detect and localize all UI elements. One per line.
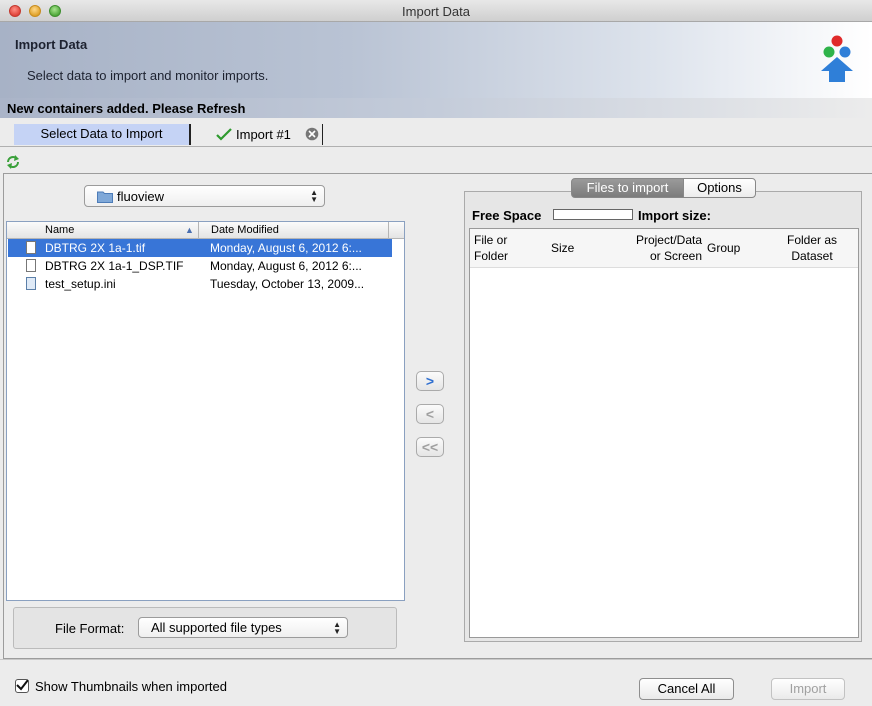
cancel-all-button[interactable]: Cancel All [639,678,734,700]
refresh-notice: New containers added. Please Refresh [0,98,872,118]
header-line: Folder as [786,233,838,247]
checkbox-check-icon [16,679,29,691]
show-thumbnails-checkbox[interactable] [15,679,29,693]
remove-from-queue-button[interactable]: < [416,404,444,424]
remove-all-button[interactable]: << [416,437,444,457]
header-line: Project/Data [635,233,702,247]
tab-select-data-label: Select Data to Import [40,126,163,141]
updown-arrows-icon: ▲ ▼ [310,188,318,204]
checkmark-icon [216,128,232,141]
tab-files-to-import[interactable]: Files to import [571,178,684,198]
add-to-queue-button[interactable]: > [416,371,444,391]
ini-file-icon [26,277,36,290]
file-row[interactable]: DBTRG 2X 1a-1.tif Monday, August 6, 2012… [8,239,392,257]
refresh-icon[interactable] [5,154,21,170]
header-line: Folder [474,249,509,263]
file-date: Monday, August 6, 2012 6:... [210,259,362,273]
arrow-right-icon: > [425,373,435,389]
show-thumbnails-label: Show Thumbnails when imported [35,679,227,694]
file-date: Monday, August 6, 2012 6:... [210,241,362,255]
file-row[interactable]: test_setup.ini Tuesday, October 13, 2009… [8,275,392,293]
double-arrow-left-icon: << [421,439,439,455]
tab-import-1[interactable]: Import #1 [213,124,323,145]
banner-subtitle: Select data to import and monitor import… [27,68,269,83]
cancel-all-label: Cancel All [657,681,716,696]
column-header-date-label: Date Modified [211,224,279,236]
tab-import-1-label: Import #1 [236,127,291,142]
column-header-date[interactable]: Date Modified [199,222,389,239]
folder-icon [97,191,113,203]
column-header-name-label: Name [45,224,75,236]
column-header-group[interactable]: Group [707,240,740,256]
close-tab-icon[interactable] [305,127,319,141]
import-size-label: Import size: [638,208,711,223]
column-header-name[interactable]: Name ▲ [7,222,199,239]
file-name: DBTRG 2X 1a-1.tif [45,241,146,255]
tif-file-icon [26,241,36,254]
header-line: Dataset [791,249,833,263]
tab-options-label: Options [697,180,742,195]
free-space-bar [553,209,633,220]
folder-select[interactable]: fluoview ▲ ▼ [84,185,325,207]
tif-file-icon [26,259,36,272]
file-name: DBTRG 2X 1a-1_DSP.TIF [45,259,184,273]
sort-ascending-icon: ▲ [185,225,194,235]
file-format-label: File Format: [55,621,125,636]
header-line: Size [551,241,575,255]
header-line: Group [707,241,741,255]
refresh-notice-text: New containers added. Please Refresh [7,101,246,116]
arrow-left-icon: < [425,406,435,422]
folder-select-value: fluoview [117,189,164,204]
header-banner: Import Data Select data to import and mo… [0,22,872,98]
bottom-bar: Show Thumbnails when imported Cancel All… [0,659,872,706]
header-line: File or [474,233,508,247]
window-title: Import Data [402,4,470,19]
tab-select-data[interactable]: Select Data to Import [14,124,191,145]
file-date: Tuesday, October 13, 2009... [210,277,365,291]
tab-files-to-import-label: Files to import [586,180,669,195]
file-row[interactable]: DBTRG 2X 1a-1_DSP.TIF Monday, August 6, … [8,257,392,275]
import-label: Import [789,681,827,696]
tab-options[interactable]: Options [683,178,756,198]
tab-divider [0,146,872,147]
updown-arrows-icon: ▲ ▼ [333,620,341,636]
import-queue-table[interactable]: File or Folder Size Project/Data or Scre… [469,228,859,638]
file-name: test_setup.ini [45,277,116,291]
column-header-size[interactable]: Size [551,240,574,256]
file-format-value: All supported file types [151,620,282,635]
banner-heading: Import Data [15,37,88,52]
column-header-file-or-folder[interactable]: File or Folder [474,232,508,264]
column-header-folder-as-dataset[interactable]: Folder as Dataset [770,232,854,264]
column-header-project[interactable]: Project/Data or Screen [624,232,702,264]
file-list[interactable]: Name ▲ Date Modified DBTRG 2X 1a-1.tif M… [6,221,405,601]
omero-logo-icon [821,35,853,82]
header-line: or Screen [649,249,702,263]
import-button[interactable]: Import [771,678,845,700]
title-bar: Import Data [0,0,872,22]
column-header-spacer [389,222,404,239]
free-space-label: Free Space [472,208,542,223]
file-format-select[interactable]: All supported file types ▲ ▼ [138,617,348,638]
